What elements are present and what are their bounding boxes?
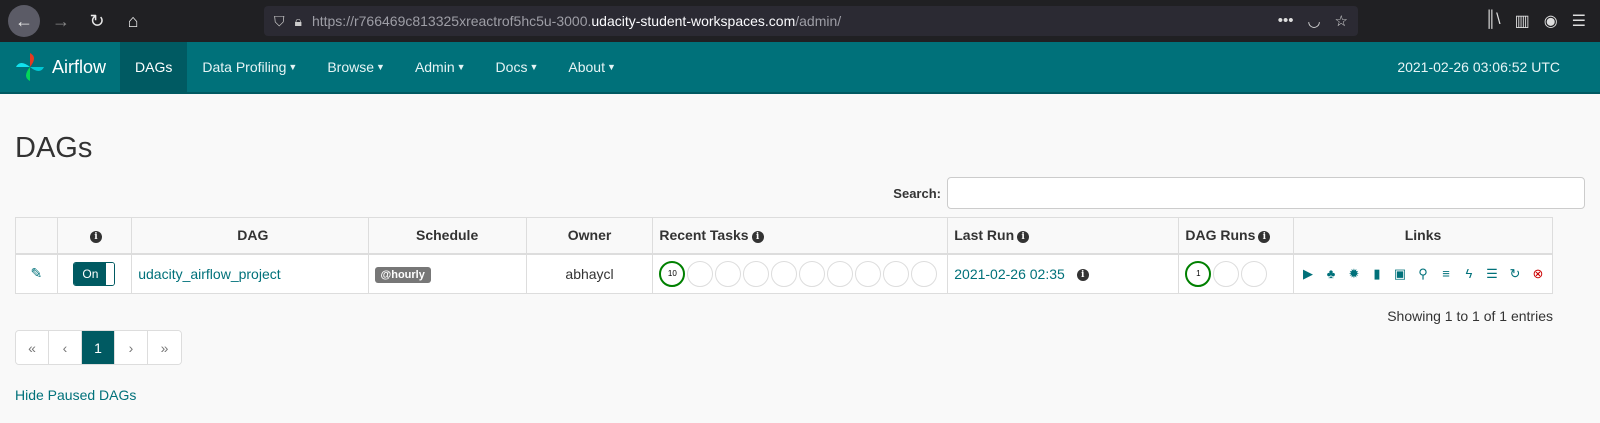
- edit-icon[interactable]: ✎: [30, 265, 42, 281]
- task-state-circle[interactable]: [687, 260, 714, 287]
- col-edit: [15, 217, 58, 255]
- account-icon[interactable]: ◉: [1544, 11, 1558, 31]
- col-dag-runs: DAG Runs i: [1178, 217, 1294, 255]
- task-state-circle[interactable]: [715, 260, 742, 287]
- task-state-circle[interactable]: [827, 260, 854, 287]
- task-state-circle[interactable]: [771, 260, 798, 287]
- task-state-success[interactable]: 10: [659, 260, 686, 287]
- code-view-icon[interactable]: ϟ: [1461, 266, 1477, 281]
- landing-times-icon[interactable]: ⚲: [1415, 266, 1431, 282]
- reload-icon[interactable]: ↻: [82, 6, 112, 36]
- owner: abhaycl: [525, 253, 654, 294]
- server-time: 2021-02-26 03:06:52 UTC: [1397, 59, 1560, 75]
- search-label: Search:: [893, 185, 941, 201]
- pocket-icon[interactable]: ◡: [1307, 12, 1320, 30]
- graph-view-icon[interactable]: ✹: [1346, 266, 1362, 282]
- col-dag[interactable]: DAG: [131, 217, 369, 255]
- col-last-run: Last Run i: [947, 217, 1180, 255]
- col-links: Links: [1293, 217, 1553, 255]
- table-row: ✎ On udacity_airflow_project @hourly abh…: [15, 253, 1553, 294]
- brand-name: Airflow: [52, 56, 107, 77]
- nav-admin[interactable]: Admin ▼: [400, 42, 481, 92]
- brand[interactable]: Airflow: [0, 42, 120, 92]
- dag-run-circle[interactable]: [1213, 260, 1240, 287]
- refresh-icon[interactable]: ↻: [1507, 266, 1523, 282]
- tree-view-icon[interactable]: ♣: [1323, 266, 1339, 281]
- info-icon[interactable]: i: [1017, 230, 1030, 243]
- airflow-logo-icon: [16, 53, 44, 81]
- home-icon[interactable]: ⌂: [118, 6, 148, 36]
- bookmark-star-icon[interactable]: ☆: [1335, 12, 1348, 30]
- info-icon[interactable]: i: [1076, 269, 1089, 282]
- dag-toggle[interactable]: On: [73, 261, 116, 286]
- info-icon[interactable]: i: [89, 230, 102, 243]
- page-1-button[interactable]: 1: [82, 331, 115, 364]
- hide-paused-link[interactable]: Hide Paused DAGs: [15, 387, 136, 403]
- last-run-link[interactable]: 2021-02-26 02:35: [954, 266, 1065, 282]
- col-owner[interactable]: Owner: [525, 217, 654, 255]
- menu-icon[interactable]: ☰: [1572, 11, 1586, 31]
- forward-icon[interactable]: →: [46, 6, 76, 36]
- col-schedule[interactable]: Schedule: [367, 217, 527, 255]
- task-state-circle[interactable]: [911, 260, 938, 287]
- task-tries-icon[interactable]: ▣: [1392, 266, 1408, 282]
- entries-info: Showing 1 to 1 of 1 entries: [1387, 308, 1553, 324]
- back-icon[interactable]: ←: [8, 5, 40, 37]
- airflow-navbar: Airflow DAGs Data Profiling ▼ Browse ▼ Adm…: [0, 42, 1600, 94]
- sidebar-icon[interactable]: ▥: [1515, 11, 1530, 31]
- nav-data-profiling[interactable]: Data Profiling ▼: [187, 42, 312, 92]
- task-state-circle[interactable]: [855, 260, 882, 287]
- dag-run-success[interactable]: 1: [1185, 260, 1212, 287]
- trigger-dag-icon[interactable]: ▶: [1300, 266, 1316, 282]
- last-page-button[interactable]: »: [148, 331, 181, 364]
- dags-table: i DAG Schedule Owner Recent Tasks i Last …: [15, 217, 1553, 294]
- task-state-circle[interactable]: [883, 260, 910, 287]
- next-page-button[interactable]: ›: [115, 331, 148, 364]
- task-state-circle[interactable]: [743, 260, 770, 287]
- task-state-circle[interactable]: [799, 260, 826, 287]
- dag-links: ▶ ♣ ✹ ▮ ▣ ⚲ ≡ ϟ ☰ ↻ ⊗: [1300, 266, 1546, 282]
- search-input[interactable]: [947, 177, 1585, 209]
- task-duration-icon[interactable]: ▮: [1369, 266, 1385, 282]
- page-title: DAGs: [15, 132, 93, 164]
- prev-page-button[interactable]: ‹: [49, 331, 82, 364]
- nav-about[interactable]: About ▼: [553, 42, 631, 92]
- info-icon[interactable]: i: [1258, 230, 1271, 243]
- dag-runs-circles: 1: [1185, 260, 1287, 287]
- recent-tasks-circles: 10: [659, 260, 941, 287]
- gantt-icon[interactable]: ≡: [1438, 266, 1454, 281]
- url-bar[interactable]: ⛉ 🔒︎ https://r766469c813325xreactrof5hc5…: [264, 6, 1358, 36]
- col-recent-tasks: Recent Tasks i: [652, 217, 949, 255]
- nav-dags[interactable]: DAGs: [120, 42, 188, 92]
- pagination: « ‹ 1 › »: [15, 330, 182, 365]
- lock-icon: 🔒︎: [294, 12, 302, 29]
- schedule-badge: @hourly: [374, 266, 431, 283]
- dag-run-circle[interactable]: [1241, 260, 1268, 287]
- col-toggle-info: i: [56, 217, 133, 255]
- delete-icon[interactable]: ⊗: [1530, 266, 1546, 282]
- page-actions-icon[interactable]: •••: [1278, 12, 1294, 30]
- first-page-button[interactable]: «: [16, 331, 49, 364]
- logs-icon[interactable]: ☰: [1484, 266, 1500, 282]
- info-icon[interactable]: i: [751, 230, 764, 243]
- library-icon[interactable]: ║\: [1485, 11, 1501, 31]
- url-text[interactable]: https://r766469c813325xreactrof5hc5u-300…: [312, 13, 1268, 29]
- browser-toolbar: ← → ↻ ⌂ ⛉ 🔒︎ https://r766469c813325xreac…: [0, 0, 1600, 42]
- nav-docs[interactable]: Docs ▼: [481, 42, 554, 92]
- shield-icon[interactable]: ⛉: [274, 13, 285, 30]
- dag-link[interactable]: udacity_airflow_project: [138, 266, 280, 282]
- nav-browse[interactable]: Browse ▼: [312, 42, 400, 92]
